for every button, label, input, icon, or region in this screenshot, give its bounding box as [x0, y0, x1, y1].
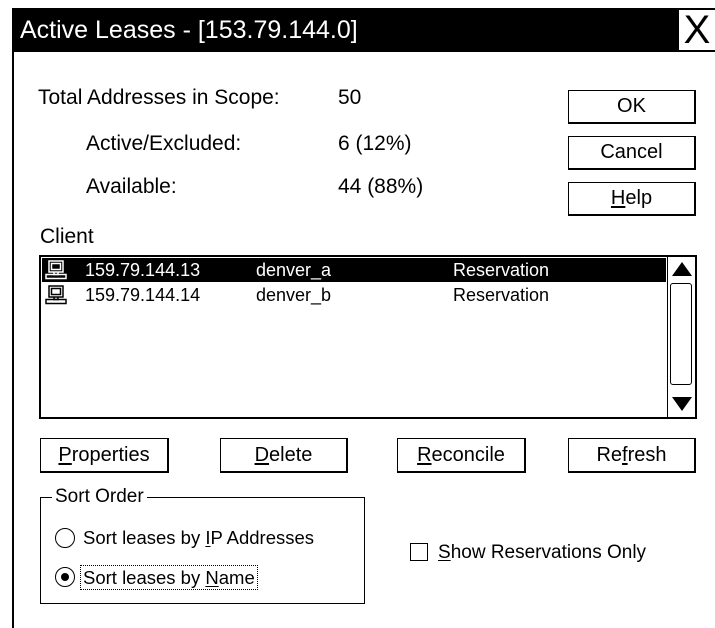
arrow-up-icon — [672, 262, 692, 276]
accelerator-key: f — [622, 444, 628, 466]
available-value: 44 (88%) — [338, 175, 424, 198]
accelerator-key: R — [417, 444, 432, 466]
accelerator-key: D — [254, 444, 270, 466]
total-addresses-label: Total Addresses in Scope: — [38, 86, 280, 109]
sort-by-name-radio[interactable] — [55, 567, 75, 587]
accelerator-key: I — [205, 527, 211, 548]
client-type: Reservation — [453, 285, 550, 305]
client-ip: 159.79.144.13 — [85, 260, 201, 280]
active-excluded-value: 6 (12%) — [338, 132, 412, 155]
sort-order-label: Sort Order — [52, 486, 147, 508]
refresh-button[interactable]: Refresh — [568, 438, 696, 473]
sort-by-ip-radio[interactable] — [55, 528, 75, 548]
sort-by-name-label[interactable]: Sort leases by Name — [80, 565, 258, 590]
delete-button[interactable]: Delete — [220, 438, 348, 473]
radio-dot — [61, 573, 69, 581]
show-reservations-checkbox[interactable] — [410, 543, 428, 561]
ok-button[interactable]: OK — [568, 90, 696, 124]
accelerator-key: N — [205, 567, 219, 588]
accelerator-key: P — [58, 444, 72, 466]
arrow-down-icon — [672, 397, 692, 411]
client-type: Reservation — [453, 260, 550, 280]
cancel-button[interactable]: Cancel — [568, 136, 696, 170]
active-excluded-label: Active/Excluded: — [86, 132, 242, 155]
total-addresses-value: 50 — [338, 86, 362, 109]
scrollbar-thumb[interactable] — [670, 283, 692, 385]
computer-icon — [45, 260, 67, 280]
close-button[interactable]: X — [679, 10, 715, 50]
computer-icon — [45, 285, 67, 305]
properties-button[interactable]: Properties — [40, 438, 169, 473]
accelerator-key: H — [610, 187, 626, 209]
reconcile-button[interactable]: Reconcile — [397, 438, 526, 473]
close-icon: X — [683, 8, 711, 52]
scroll-down-button[interactable] — [668, 391, 695, 417]
accelerator-key: S — [438, 542, 451, 563]
client-label: Client — [40, 225, 94, 248]
available-label: Available: — [86, 175, 177, 198]
client-name: denver_b — [256, 285, 332, 305]
title-bar: Active Leases - [153.79.144.0] X — [12, 8, 715, 52]
client-list[interactable]: 159.79.144.13 denver_a Reservation 159.7… — [39, 255, 697, 419]
client-row[interactable]: 159.79.144.13 denver_a Reservation — [42, 258, 666, 282]
sort-by-ip-label[interactable]: Sort leases by IP Addresses — [81, 526, 316, 549]
window-title: Active Leases - [153.79.144.0] — [20, 16, 358, 44]
dialog-left-border — [12, 52, 14, 628]
scroll-up-button[interactable] — [668, 257, 695, 283]
vertical-scrollbar[interactable] — [667, 257, 695, 417]
show-reservations-label[interactable]: Show Reservations Only — [438, 541, 646, 565]
client-ip: 159.79.144.14 — [85, 285, 201, 305]
client-row[interactable]: 159.79.144.14 denver_b Reservation — [42, 283, 666, 307]
client-name: denver_a — [256, 260, 332, 280]
help-button[interactable]: Help — [568, 182, 696, 216]
